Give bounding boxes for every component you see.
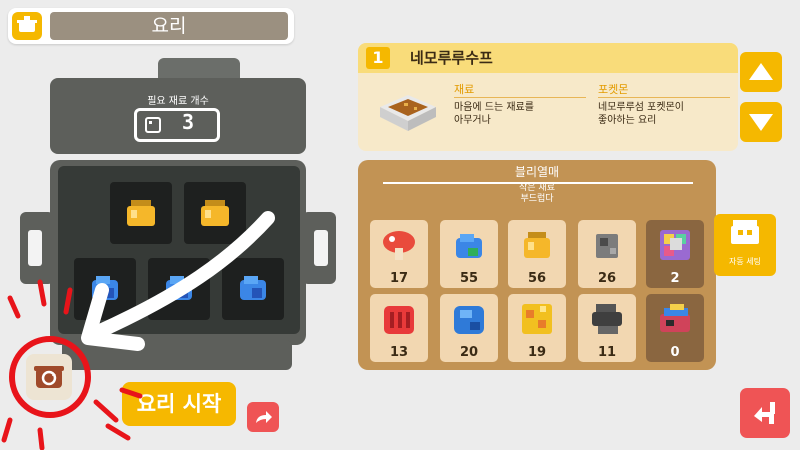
rainbow-crystal-icon — [660, 304, 690, 332]
cooking-pot-icon — [12, 12, 42, 40]
ingredient-item[interactable]: 2 — [646, 220, 704, 288]
pot-slot[interactable] — [110, 182, 172, 244]
big-honey-icon — [522, 304, 552, 334]
soup-dish-icon — [374, 85, 442, 141]
big-red-icon — [384, 306, 414, 334]
stone-icon — [596, 234, 618, 258]
start-cooking-button[interactable]: 요리 시작 — [122, 382, 236, 426]
rainbow-mineral-icon — [660, 230, 690, 260]
triangle-up-icon — [749, 63, 773, 80]
recipe-number: 1 — [366, 47, 390, 69]
reset-ingredients-button[interactable] — [26, 354, 72, 400]
pot-slots-area — [58, 166, 300, 334]
required-ingredients-label: 필요 재료 개수 — [147, 96, 209, 107]
ingredients-description: 마음에 드는 재료를 아무거나 — [454, 102, 534, 126]
pot-slot[interactable] — [74, 258, 136, 320]
blue-crystal-icon — [166, 276, 192, 300]
recipe-prev-button[interactable] — [740, 52, 782, 92]
ingredient-count: 2 — [670, 271, 680, 286]
ingredient-item[interactable]: 17 — [370, 220, 428, 288]
required-count-box — [134, 108, 220, 142]
pot-slot[interactable] — [222, 258, 284, 320]
back-arrow-icon — [754, 402, 775, 424]
mushroom-icon — [383, 231, 415, 260]
back-button[interactable] — [740, 388, 790, 438]
pot-handle-right — [302, 212, 336, 284]
pot-slot[interactable] — [148, 258, 210, 320]
ingredient-item[interactable]: 26 — [578, 220, 636, 288]
ingredient-count: 20 — [459, 345, 479, 360]
ingredient-item[interactable]: 20 — [440, 294, 498, 362]
recipe-header: 1 네모루루수프 — [358, 43, 738, 73]
pot-auto-icon — [731, 220, 759, 244]
blue-crystal-icon — [456, 234, 482, 258]
big-blue-icon — [454, 306, 484, 334]
title-bar: 요리 — [8, 8, 294, 44]
honey-icon — [524, 232, 550, 258]
ingredient-item[interactable]: 11 — [578, 294, 636, 362]
page-title: 요리 — [50, 12, 288, 40]
required-count: 3 — [182, 110, 195, 134]
auto-set-label: 자동 세팅 — [729, 257, 761, 266]
recipe-name: 네모루루수프 — [410, 49, 493, 67]
ingredient-count: 13 — [389, 345, 409, 360]
ingredient-slot-icon — [145, 117, 161, 133]
blue-crystal-icon — [92, 276, 118, 300]
honey-icon — [127, 200, 155, 226]
ingredient-item[interactable]: 13 — [370, 294, 428, 362]
pokemon-description: 네모루루섬 포켓몬이 좋아하는 요리 — [598, 102, 684, 126]
pot-base — [62, 340, 292, 370]
ingredient-count: 11 — [597, 345, 617, 360]
ingredient-item[interactable]: 19 — [508, 294, 566, 362]
recipe-card[interactable]: 1 네모루루수프 재료 마음에 드는 재료를 아무거나 포켓몬 네모루루섬 포켓… — [358, 43, 738, 151]
ingredient-count: 17 — [389, 271, 409, 286]
ingredient-count: 26 — [597, 271, 617, 286]
ingredient-item[interactable]: 56 — [508, 220, 566, 288]
selected-ingredient-name: 블리열매 — [514, 165, 560, 179]
honey-icon — [201, 200, 229, 226]
recipe-next-button[interactable] — [740, 102, 782, 142]
pot-slot[interactable] — [184, 182, 246, 244]
triangle-down-icon — [749, 114, 773, 131]
blue-crystal-icon — [240, 276, 266, 300]
share-arrow-icon — [256, 411, 272, 423]
ingredient-count: 56 — [527, 271, 547, 286]
ingredient-count: 55 — [459, 271, 479, 286]
ingredient-count: 19 — [527, 345, 547, 360]
selected-ingredient-description: 작은 재료 부드럽다 — [519, 183, 555, 204]
pokemon-heading: 포켓몬 — [598, 83, 629, 96]
pot-handle-left — [20, 212, 54, 284]
ingredients-heading: 재료 — [454, 83, 475, 96]
ingredient-item[interactable]: 55 — [440, 220, 498, 288]
share-button[interactable] — [247, 402, 279, 432]
ingredient-item[interactable]: 0 — [646, 294, 704, 362]
big-stone-icon — [592, 304, 622, 334]
pot-refresh-icon — [34, 366, 64, 388]
ingredient-count: 0 — [670, 345, 680, 360]
